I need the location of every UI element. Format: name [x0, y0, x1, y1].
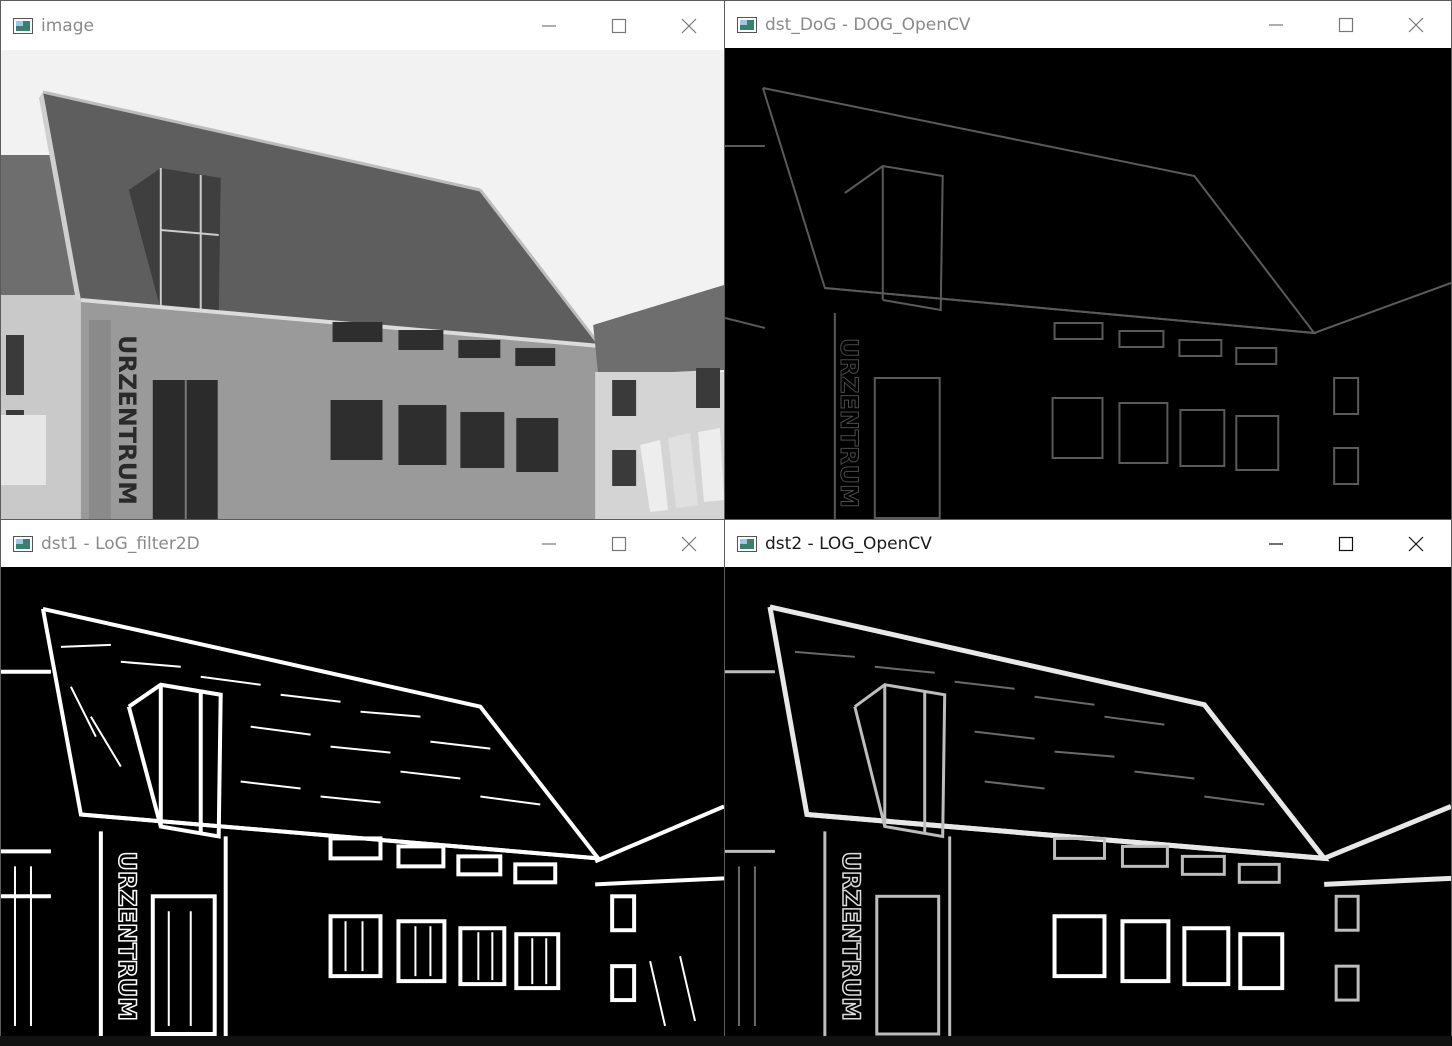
- minimize-button[interactable]: [514, 520, 584, 567]
- close-icon: [681, 536, 697, 551]
- close-button[interactable]: [1381, 520, 1451, 567]
- opencv-image-window-icon: [13, 17, 33, 34]
- dog-canvas: URZENTRUM: [725, 48, 1451, 520]
- taskbar-strip: [0, 1036, 1452, 1046]
- minimize-icon: [542, 542, 556, 545]
- titlebar[interactable]: dst_DoG - DOG_OpenCV: [725, 1, 1451, 48]
- close-icon: [1408, 17, 1424, 32]
- svg-text:URZENTRUM: URZENTRUM: [113, 851, 141, 1021]
- maximize-button[interactable]: [1311, 520, 1381, 567]
- window-title: dst1 - LoG_filter2D: [41, 533, 200, 554]
- opencv-image-window-icon: [13, 535, 33, 552]
- close-icon: [1408, 536, 1424, 551]
- opencv-image-window-icon: [737, 535, 757, 552]
- maximize-button[interactable]: [584, 1, 654, 50]
- maximize-icon: [611, 536, 627, 551]
- minimize-button[interactable]: [514, 1, 584, 50]
- log-filter2d-canvas: URZENTRUM: [1, 567, 724, 1036]
- image-canvas: URZENTRUM: [1, 50, 724, 520]
- window-dst2-log-opencv[interactable]: dst2 - LOG_OpenCV URZENTRUM: [724, 519, 1452, 1037]
- minimize-icon: [542, 24, 556, 27]
- svg-text:URZENTRUM: URZENTRUM: [113, 335, 141, 505]
- close-button[interactable]: [654, 1, 724, 50]
- close-button[interactable]: [1381, 1, 1451, 48]
- maximize-button[interactable]: [584, 520, 654, 567]
- titlebar[interactable]: dst1 - LoG_filter2D: [1, 520, 724, 567]
- titlebar[interactable]: dst2 - LOG_OpenCV: [725, 520, 1451, 567]
- opencv-image-window-icon: [737, 16, 757, 33]
- minimize-button[interactable]: [1241, 1, 1311, 48]
- minimize-button[interactable]: [1241, 520, 1311, 567]
- maximize-icon: [611, 18, 627, 33]
- maximize-icon: [1338, 17, 1354, 32]
- window-title: image: [41, 15, 94, 36]
- svg-text:URZENTRUM: URZENTRUM: [837, 851, 865, 1021]
- window-dst-dog[interactable]: dst_DoG - DOG_OpenCV URZENTRUM: [724, 0, 1452, 521]
- minimize-icon: [1269, 23, 1283, 26]
- window-dst1-log-filter2d[interactable]: dst1 - LoG_filter2D URZENTRUM: [0, 519, 725, 1037]
- titlebar[interactable]: image: [1, 1, 724, 50]
- maximize-icon: [1338, 536, 1354, 551]
- window-title: dst2 - LOG_OpenCV: [765, 533, 932, 554]
- minimize-icon: [1269, 542, 1283, 545]
- close-button[interactable]: [654, 520, 724, 567]
- maximize-button[interactable]: [1311, 1, 1381, 48]
- svg-text:URZENTRUM: URZENTRUM: [835, 338, 863, 508]
- window-image[interactable]: image URZENTRUM: [0, 0, 725, 521]
- close-icon: [681, 18, 697, 33]
- log-opencv-canvas: URZENTRUM: [725, 567, 1451, 1036]
- window-title: dst_DoG - DOG_OpenCV: [765, 14, 971, 35]
